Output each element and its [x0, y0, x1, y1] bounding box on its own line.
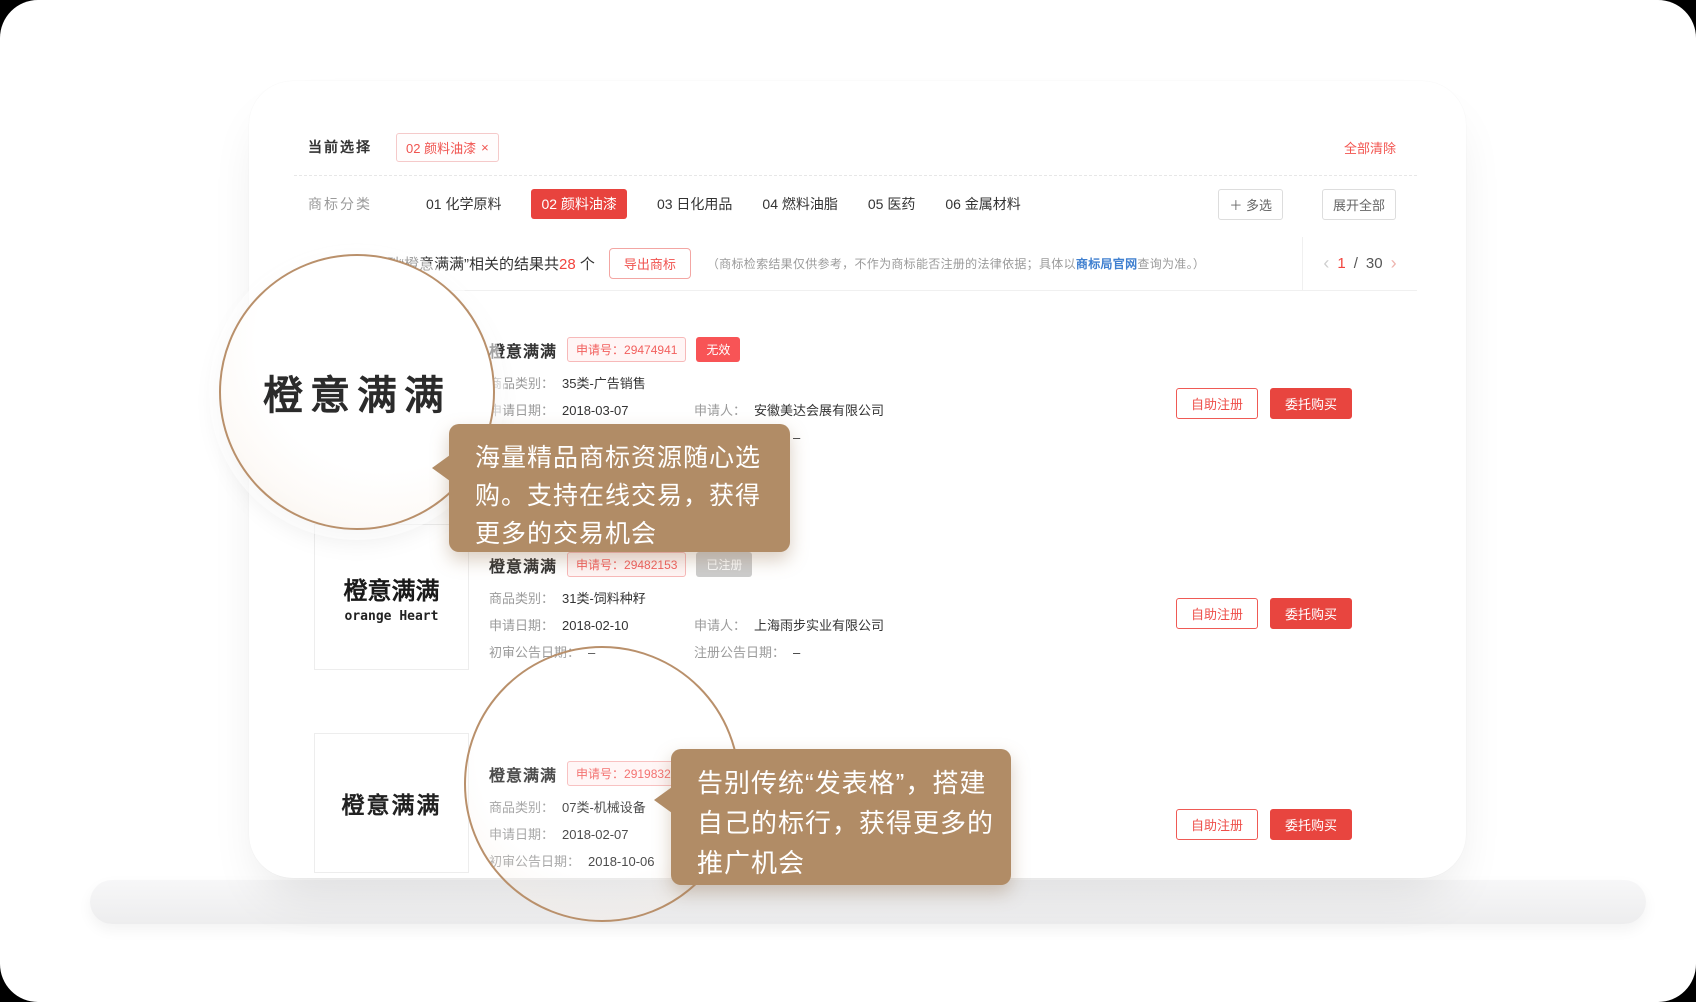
disclaimer-prefix: （商标检索结果仅供参考，不作为商标能否注册的法律依据；具体以 [707, 257, 1076, 271]
self-register-button[interactable]: 自助注册 [1176, 388, 1258, 419]
page-separator: / [1354, 255, 1358, 272]
category-field-value: 31类-饲料种籽 [562, 590, 646, 608]
applicant-value: 上海雨步实业有限公司 [754, 617, 884, 635]
apply-date-value: 2018-02-10 [562, 617, 629, 635]
apply-date-value: 2018-03-07 [562, 402, 629, 420]
tooltip-line: 购。支持在线交易，获得 [475, 477, 790, 515]
application-number-badge: 申请号：29482153 [567, 552, 686, 577]
trademark-subtext: orange Heart [345, 609, 439, 624]
disclaimer-suffix: 查询为准。） [1137, 257, 1205, 271]
reg-publication-value: – [793, 644, 800, 662]
row-actions: 自助注册 委托购买 [1176, 598, 1352, 629]
results-header: 检索到“橙意满满”相关的结果共28 个 导出商标 （商标检索结果仅供参考，不作为… [294, 237, 1417, 291]
category-item-03[interactable]: 03 日化用品 [657, 194, 732, 214]
category-field-label: 商品类别： [489, 375, 554, 393]
applicant-label: 申请人： [694, 617, 746, 635]
current-selection-label: 当前选择 [308, 137, 372, 157]
export-trademark-button[interactable]: 导出商标 [609, 248, 691, 279]
row-actions: 自助注册 委托购买 [1176, 809, 1352, 840]
page-total: 30 [1366, 255, 1383, 272]
tooltip-line: 告别传统“发表格”，搭建 [697, 763, 1011, 803]
tooltip-line: 推广机会 [697, 843, 1011, 883]
apply-date-label: 申请日期： [489, 617, 554, 635]
self-register-button[interactable]: 自助注册 [1176, 809, 1258, 840]
trademark-name: 橙意满满 [489, 553, 557, 577]
selected-filter-tag-label: 02 颜料油漆 [406, 138, 476, 157]
entrust-purchase-button[interactable]: 委托购买 [1270, 598, 1352, 629]
results-unit: 个 [576, 256, 595, 273]
multi-select-button[interactable]: ＋ 多选 [1218, 189, 1283, 220]
trademark-image-2: 橙意满满 orange Heart [314, 524, 469, 670]
trademark-name: 橙意满满 [489, 338, 557, 362]
expand-all-button[interactable]: 展开全部 [1322, 189, 1396, 220]
tooltip-line: 海量精品商标资源随心选 [475, 439, 790, 477]
tooltip-arrow-left-icon [432, 455, 450, 481]
category-item-04[interactable]: 04 燃料油脂 [762, 194, 837, 214]
pagination: ‹ 1 / 30 › [1302, 237, 1417, 290]
remove-tag-icon[interactable]: × [481, 140, 489, 155]
category-field-label: 商品类别： [489, 590, 554, 608]
page-current: 1 [1337, 255, 1345, 272]
reg-publication-value: – [793, 429, 800, 447]
filter-card: 当前选择 02 颜料油漆 × 全部清除 商标分类 01 化学原料 02 颜料油漆… [294, 119, 1417, 233]
entrust-purchase-button[interactable]: 委托购买 [1270, 388, 1352, 419]
tooltip-line: 自己的标行，获得更多的 [697, 803, 1011, 843]
selected-filter-tag[interactable]: 02 颜料油漆 × [396, 133, 499, 162]
screenshot-canvas: 当前选择 02 颜料油漆 × 全部清除 商标分类 01 化学原料 02 颜料油漆… [0, 0, 1696, 1002]
results-count: 28 [559, 256, 576, 273]
clear-all-link[interactable]: 全部清除 [1344, 138, 1396, 157]
tooltip-arrow-left-icon [654, 787, 672, 813]
trademark-image-3: 橙意满满 [314, 733, 469, 873]
status-badge-invalid: 无效 [696, 337, 740, 362]
category-item-06[interactable]: 06 金属材料 [945, 194, 1020, 214]
trademark-text: 橙意满满 [344, 571, 440, 606]
tooltip-line: 更多的交易机会 [475, 515, 790, 553]
category-label: 商标分类 [308, 194, 372, 214]
results-disclaimer: （商标检索结果仅供参考，不作为商标能否注册的法律依据；具体以商标局官网查询为准。… [707, 255, 1205, 272]
application-number-badge: 申请号：29474941 [567, 337, 686, 362]
tooltip-marketplace: 海量精品商标资源随心选 购。支持在线交易，获得 更多的交易机会 [449, 424, 790, 552]
laptop-base [90, 880, 1646, 924]
category-item-05[interactable]: 05 医药 [868, 194, 915, 214]
status-badge-registered: 已注册 [696, 552, 752, 577]
trademark-text: 橙意满满 [342, 786, 442, 820]
category-item-02-selected[interactable]: 02 颜料油漆 [531, 189, 626, 219]
applicant-label: 申请人： [694, 402, 746, 420]
reg-publication-label: 注册公告日期： [694, 644, 785, 662]
apply-date-label: 申请日期： [489, 402, 554, 420]
row-actions: 自助注册 委托购买 [1176, 388, 1352, 419]
magnified-trademark-text: 橙意满满 [263, 363, 451, 421]
tooltip-promotion: 告别传统“发表格”，搭建 自己的标行，获得更多的 推广机会 [671, 749, 1011, 885]
current-selection-row: 当前选择 02 颜料油漆 × 全部清除 [294, 119, 1417, 176]
category-field-value: 35类-广告销售 [562, 375, 646, 393]
category-item-01[interactable]: 01 化学原料 [426, 194, 501, 214]
entrust-purchase-button[interactable]: 委托购买 [1270, 809, 1352, 840]
category-row: 商标分类 01 化学原料 02 颜料油漆 03 日化用品 04 燃料油脂 05 … [294, 176, 1417, 232]
page-prev-icon[interactable]: ‹ [1323, 253, 1329, 274]
trademark-office-link[interactable]: 商标局官网 [1076, 257, 1138, 271]
self-register-button[interactable]: 自助注册 [1176, 598, 1258, 629]
applicant-value: 安徽美达会展有限公司 [754, 402, 884, 420]
page-next-icon[interactable]: › [1391, 253, 1397, 274]
